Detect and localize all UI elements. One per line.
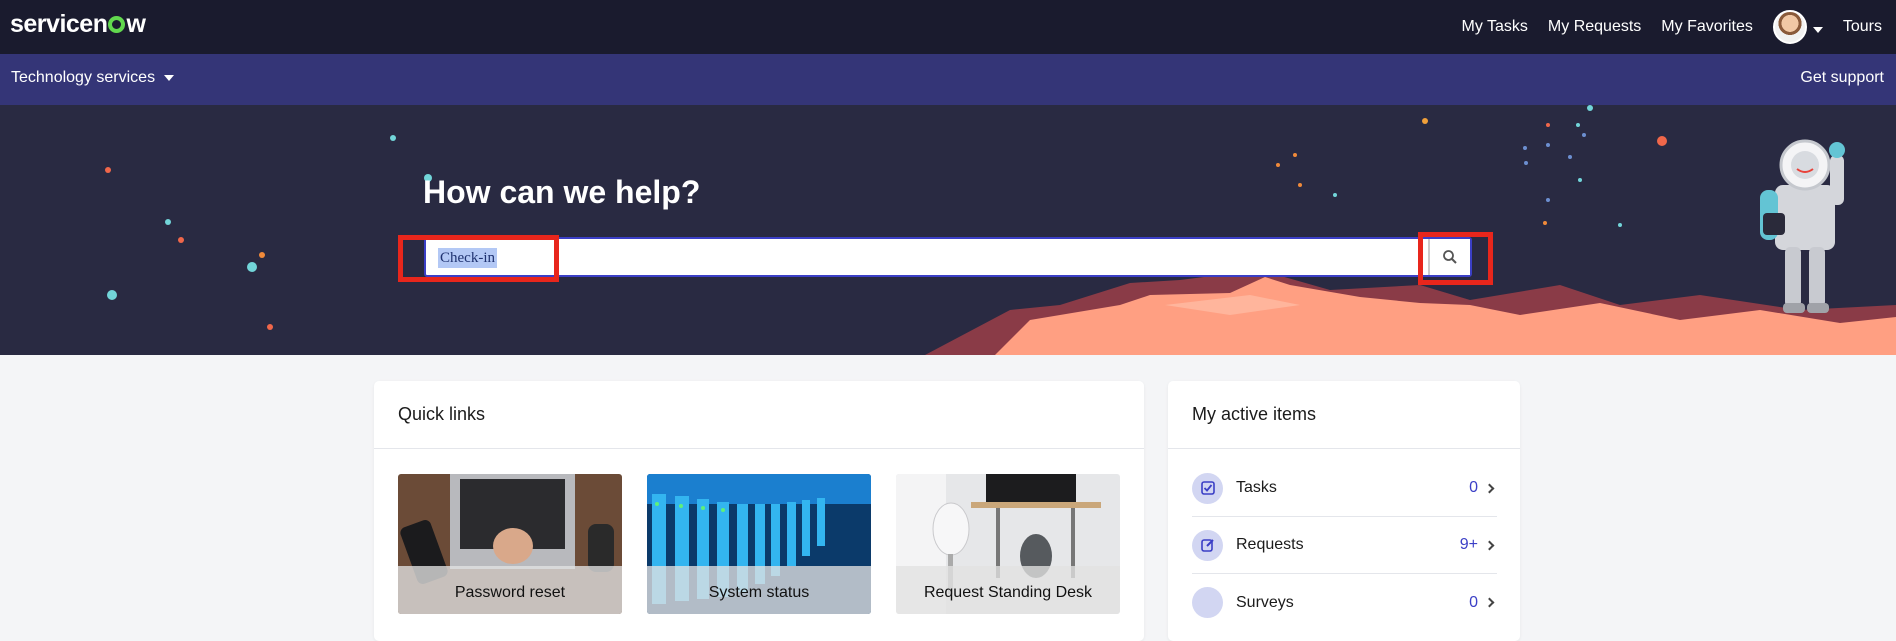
tours-link[interactable]: Tours bbox=[1843, 18, 1882, 36]
hero-banner: How can we help? Check-in bbox=[0, 105, 1896, 355]
tile-label: System status bbox=[647, 566, 871, 614]
technology-services-menu[interactable]: Technology services bbox=[11, 69, 175, 87]
tile-label: Request Standing Desk bbox=[896, 566, 1120, 614]
active-item-tasks[interactable]: Tasks 0 bbox=[1192, 460, 1497, 517]
top-navbar: servicen w My Tasks My Requests My Favori… bbox=[0, 0, 1896, 54]
chevron-right-icon bbox=[1484, 540, 1495, 550]
tile-request-standing-desk[interactable]: Request Standing Desk bbox=[896, 474, 1120, 614]
quick-links-title: Quick links bbox=[374, 381, 1144, 449]
tasks-checkbox-icon bbox=[1192, 472, 1223, 504]
active-item-count: 9+ bbox=[1459, 536, 1478, 553]
active-item-label: Requests bbox=[1236, 536, 1304, 553]
search-box: Check-in bbox=[424, 237, 1472, 277]
my-tasks-link[interactable]: My Tasks bbox=[1462, 18, 1528, 36]
tile-label: Password reset bbox=[398, 566, 622, 614]
hero-title: How can we help? bbox=[423, 174, 701, 210]
active-item-surveys[interactable]: Surveys 0 bbox=[1192, 574, 1497, 631]
quick-links-card: Quick links Password reset System status… bbox=[374, 381, 1144, 641]
tile-system-status[interactable]: System status bbox=[647, 474, 871, 614]
active-item-count: 0 bbox=[1469, 479, 1478, 496]
chevron-right-icon bbox=[1484, 597, 1495, 608]
top-nav-links: My Tasks My Requests My Favorites Tours bbox=[1442, 0, 1882, 54]
user-avatar[interactable] bbox=[1772, 10, 1807, 44]
secondary-navbar: Technology services Get support bbox=[0, 54, 1896, 105]
search-input[interactable] bbox=[436, 247, 1396, 269]
active-items-card: My active items Tasks 0 Requests 9+ Surv… bbox=[1168, 381, 1520, 641]
active-item-label: Tasks bbox=[1236, 479, 1277, 496]
my-favorites-link[interactable]: My Favorites bbox=[1661, 18, 1753, 36]
servicenow-logo[interactable]: servicen w bbox=[10, 10, 146, 39]
technology-services-label: Technology services bbox=[11, 69, 156, 86]
active-item-count: 0 bbox=[1469, 593, 1478, 611]
tile-password-reset[interactable]: Password reset bbox=[398, 474, 622, 614]
user-menu-caret-icon[interactable] bbox=[1812, 27, 1823, 33]
my-requests-link[interactable]: My Requests bbox=[1548, 18, 1641, 36]
button-highlight-box bbox=[1418, 232, 1493, 285]
input-highlight-box bbox=[398, 235, 559, 282]
space-background-illustration bbox=[105, 105, 1896, 355]
active-item-requests[interactable]: Requests 9+ bbox=[1192, 517, 1497, 574]
chevron-down-icon bbox=[164, 75, 175, 81]
surveys-icon bbox=[1192, 587, 1223, 618]
get-support-link[interactable]: Get support bbox=[1800, 69, 1884, 87]
active-items-title: My active items bbox=[1168, 381, 1520, 449]
chevron-right-icon bbox=[1484, 483, 1495, 493]
active-item-label: Surveys bbox=[1236, 593, 1294, 611]
logo-o-icon bbox=[108, 16, 126, 33]
requests-edit-icon bbox=[1192, 529, 1223, 561]
